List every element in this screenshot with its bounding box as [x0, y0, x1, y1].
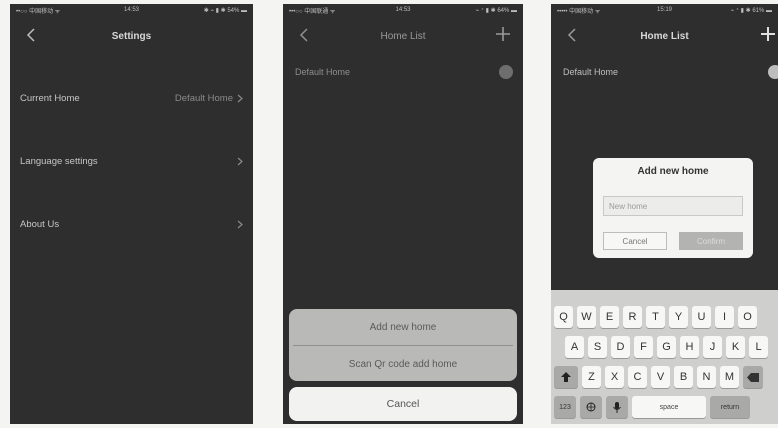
key-y[interactable]: Y [669, 306, 688, 328]
key-n[interactable]: N [697, 366, 716, 388]
home-list-item[interactable]: Default Home [551, 62, 778, 82]
settings-screen: ••○○ 中国移动 ᯤ 14:53 ✱ ⌁ ▮ ✱ 54% ▬ Settings… [10, 4, 253, 424]
key-v[interactable]: V [651, 366, 670, 388]
key-a[interactable]: A [565, 336, 584, 358]
home-avatar-icon [499, 65, 513, 79]
home-list-action-sheet-screen: •••○○ 中国联通 ᯤ 14:53 ⌁ ⁺ ▮ ✱ 64% ▬ Home Li… [283, 4, 523, 424]
home-list-item[interactable]: Default Home [283, 62, 523, 82]
key-c[interactable]: C [628, 366, 647, 388]
plus-icon [761, 27, 775, 41]
battery-status: ✱ ⌁ ▮ ✱ 54% ▬ [203, 7, 247, 14]
action-sheet: Add new home Scan Qr code add home [289, 309, 517, 381]
back-button[interactable] [293, 24, 315, 46]
key-o[interactable]: O [738, 306, 757, 328]
nav-bar: Home List [283, 18, 523, 54]
row-label: Language settings [20, 155, 98, 167]
back-button[interactable] [20, 24, 42, 46]
add-home-dialog: Add new home New home Cancel Confirm [593, 158, 753, 258]
status-time: 14:53 [395, 7, 411, 13]
dialog-confirm-button[interactable]: Confirm [679, 232, 743, 250]
key-r[interactable]: R [623, 306, 642, 328]
key-m[interactable]: M [720, 366, 739, 388]
status-bar: ••••• 中国移动 ᯤ 15:19 ⌁ ⁺ ▮ ✱ 61% ▬ [551, 4, 778, 16]
cancel-button[interactable]: Cancel [289, 387, 517, 421]
status-bar: ••○○ 中国移动 ᯤ 14:53 ✱ ⌁ ▮ ✱ 54% ▬ [10, 4, 253, 16]
scan-qr-option[interactable]: Scan Qr code add home [289, 346, 517, 381]
page-title: Home List [380, 30, 426, 42]
battery-status: ⌁ ⁺ ▮ ✱ 61% ▬ [730, 7, 772, 14]
backspace-key[interactable] [743, 366, 763, 388]
key-i[interactable]: I [715, 306, 734, 328]
return-key[interactable]: return [710, 396, 750, 418]
onscreen-keyboard: QWERTYUIO ASDFGHJKL ZXCVBNM 123 space re… [551, 290, 778, 424]
nav-bar: Home List [551, 18, 778, 54]
dialog-cancel-button[interactable]: Cancel [603, 232, 667, 250]
settings-row-language[interactable]: Language settings [10, 147, 253, 175]
add-home-dialog-screen: ••••• 中国移动 ᯤ 15:19 ⌁ ⁺ ▮ ✱ 61% ▬ Home Li… [551, 4, 778, 424]
key-k[interactable]: K [726, 336, 745, 358]
key-q[interactable]: Q [554, 306, 573, 328]
key-w[interactable]: W [577, 306, 596, 328]
key-d[interactable]: D [611, 336, 630, 358]
settings-row-about-us[interactable]: About Us [10, 210, 253, 238]
carrier-signal: ••○○ 中国移动 ᯤ [16, 8, 61, 15]
numbers-key[interactable]: 123 [554, 396, 576, 418]
key-e[interactable]: E [600, 306, 619, 328]
dialog-title: Add new home [637, 166, 709, 177]
chevron-right-icon [237, 94, 243, 102]
chevron-left-icon [26, 28, 35, 42]
key-x[interactable]: X [605, 366, 624, 388]
space-key[interactable]: space [632, 396, 706, 418]
key-z[interactable]: Z [582, 366, 601, 388]
key-s[interactable]: S [588, 336, 607, 358]
back-button[interactable] [561, 24, 583, 46]
backspace-icon [747, 372, 759, 382]
row-label: Current Home [20, 92, 80, 104]
home-name: Default Home [295, 67, 351, 77]
key-b[interactable]: B [674, 366, 693, 388]
status-bar: •••○○ 中国联通 ᯤ 14:53 ⌁ ⁺ ▮ ✱ 64% ▬ [283, 4, 523, 16]
chevron-left-icon [567, 28, 576, 42]
chevron-right-icon [237, 157, 243, 165]
home-name-input[interactable]: New home [603, 196, 743, 216]
key-l[interactable]: L [749, 336, 768, 358]
shift-arrow-icon [561, 372, 571, 382]
key-g[interactable]: G [657, 336, 676, 358]
nav-bar: Settings [10, 18, 253, 54]
status-time: 14:53 [123, 7, 140, 13]
carrier-signal: ••••• 中国移动 ᯤ [557, 8, 601, 15]
plus-icon [496, 27, 510, 41]
add-new-home-option[interactable]: Add new home [289, 309, 517, 345]
key-t[interactable]: T [646, 306, 665, 328]
key-j[interactable]: J [703, 336, 722, 358]
status-time: 15:19 [656, 7, 673, 13]
battery-status: ⌁ ⁺ ▮ ✱ 64% ▬ [475, 7, 517, 14]
add-home-button[interactable] [491, 22, 515, 46]
settings-row-current-home[interactable]: Current Home Default Home [10, 84, 253, 112]
chevron-left-icon [299, 28, 308, 42]
chevron-right-icon [237, 220, 243, 228]
key-h[interactable]: H [680, 336, 699, 358]
globe-key[interactable] [580, 396, 602, 418]
home-name: Default Home [563, 67, 619, 77]
row-value: Default Home [174, 92, 233, 104]
add-home-button[interactable] [756, 22, 778, 46]
key-f[interactable]: F [634, 336, 653, 358]
home-avatar-icon [768, 65, 778, 79]
shift-key[interactable] [554, 366, 578, 388]
dictation-key[interactable] [606, 396, 628, 418]
globe-icon [586, 402, 596, 412]
carrier-signal: •••○○ 中国联通 ᯤ [289, 8, 336, 15]
page-title: Settings [111, 30, 152, 42]
row-label: About Us [20, 218, 60, 230]
key-u[interactable]: U [692, 306, 711, 328]
microphone-icon [613, 401, 621, 413]
page-title: Home List [640, 30, 689, 42]
